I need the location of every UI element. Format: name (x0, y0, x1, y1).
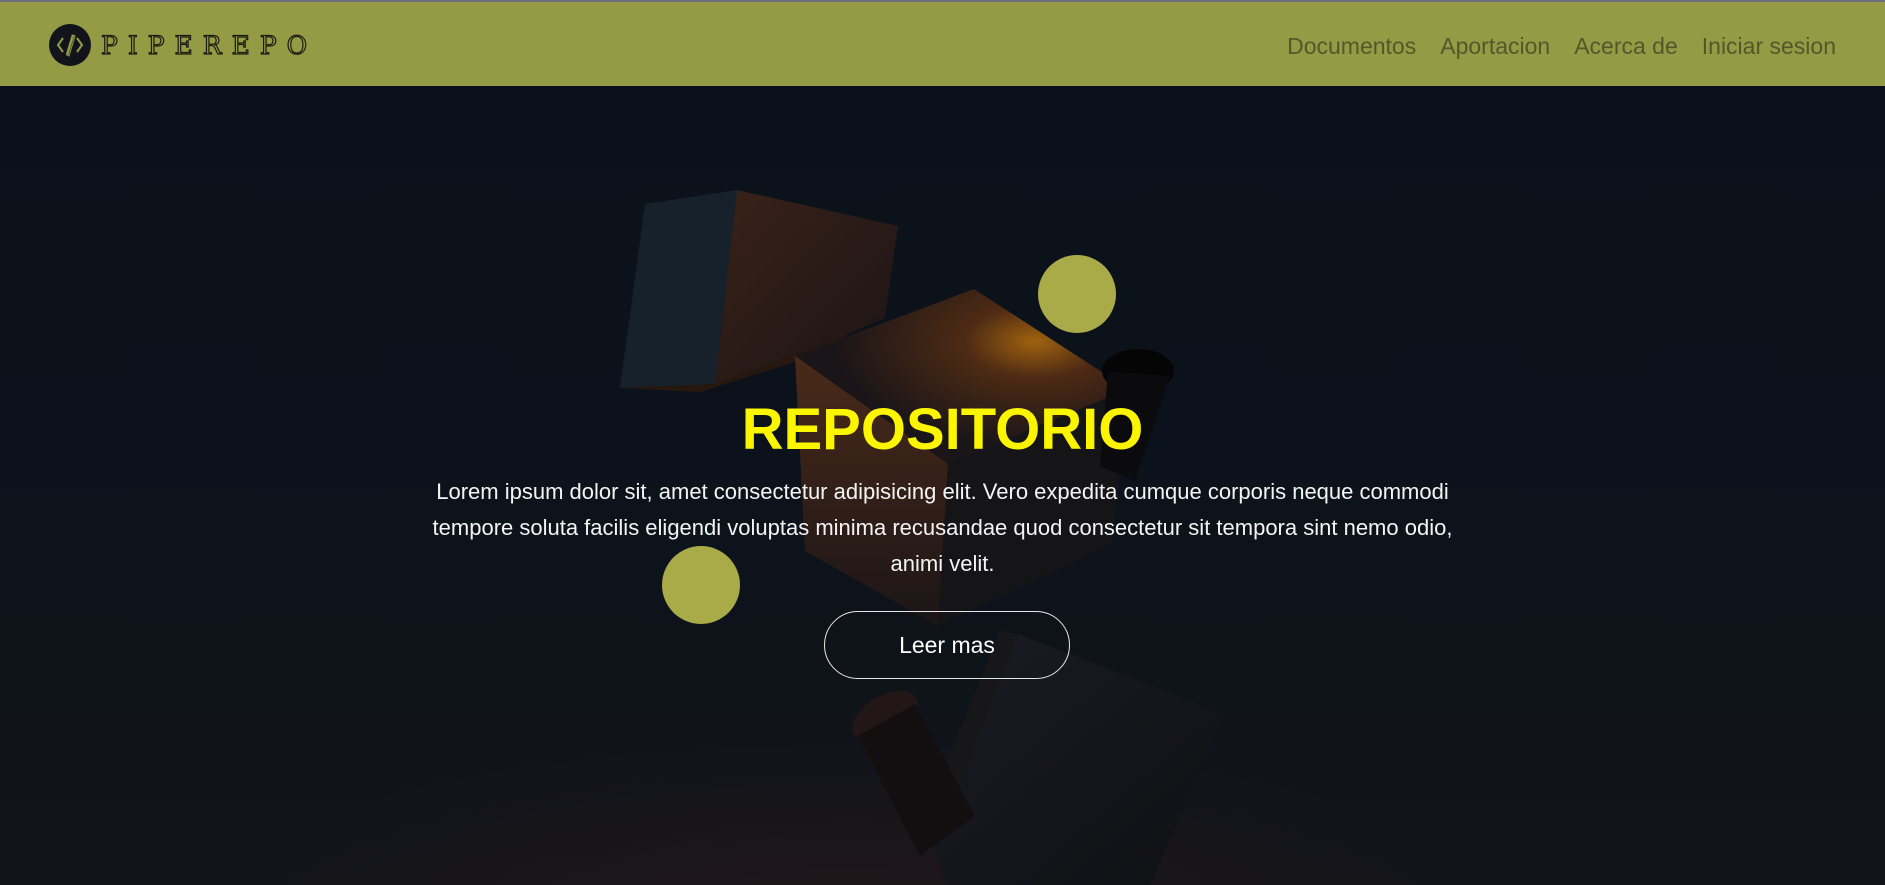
navbar: PIPEREPO Documentos Aportacion Acerca de… (0, 2, 1885, 86)
hero-description: Lorem ipsum dolor sit, amet consectetur … (432, 479, 1453, 576)
brand-name: PIPEREPO (100, 30, 318, 60)
read-more-button[interactable]: Leer mas (824, 611, 1070, 679)
nav-link-documentos[interactable]: Documentos (1287, 33, 1416, 60)
hero-title: REPOSITORIO (741, 397, 1144, 462)
code-brackets-pencil-icon (49, 24, 91, 66)
page: PIPEREPO Documentos Aportacion Acerca de… (0, 0, 1885, 885)
nav-link-iniciar-sesion[interactable]: Iniciar sesion (1702, 33, 1836, 60)
nav-link-acerca-de[interactable]: Acerca de (1574, 33, 1678, 60)
nav-link-aportacion[interactable]: Aportacion (1440, 33, 1550, 60)
hero-content: REPOSITORIO Lorem ipsum dolor sit, amet … (0, 86, 1885, 885)
brand[interactable]: PIPEREPO (49, 24, 317, 66)
nav-menu: Documentos Aportacion Acerca de Iniciar … (1287, 4, 1836, 88)
hero-section: REPOSITORIO Lorem ipsum dolor sit, amet … (0, 86, 1885, 885)
